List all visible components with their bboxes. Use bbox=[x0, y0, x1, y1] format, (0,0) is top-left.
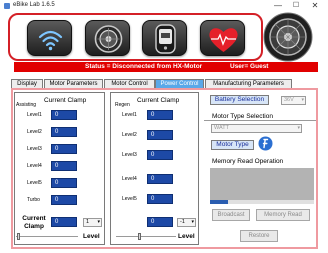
chevron-down-icon: ▾ bbox=[297, 125, 300, 131]
memory-read-button[interactable]: Memory Read bbox=[256, 209, 310, 221]
assisting-level5-label: Level5 bbox=[27, 180, 42, 186]
assisting-level1-label: Level1 bbox=[27, 112, 42, 118]
assisting-turbo-label: Turbo bbox=[27, 197, 40, 203]
regen-level2-input[interactable]: 0 bbox=[147, 130, 173, 140]
broadcast-button[interactable]: Broadcast bbox=[212, 209, 250, 221]
regen-level3-input[interactable]: 0 bbox=[147, 150, 173, 160]
motor-wheel-icon bbox=[262, 11, 314, 63]
regen-level-select[interactable]: -1 ▾ bbox=[177, 218, 196, 227]
assisting-level4-label: Level4 bbox=[27, 163, 42, 169]
assisting-level3-label: Level3 bbox=[27, 146, 42, 152]
assisting-level5-input[interactable]: 0 bbox=[51, 178, 77, 188]
regen-heading: Current Clamp bbox=[137, 97, 180, 104]
regen-level4-input[interactable]: 0 bbox=[147, 174, 173, 184]
regen-current-clamp-input[interactable]: 0 bbox=[147, 217, 173, 227]
assisting-level2-label: Level2 bbox=[27, 129, 42, 135]
regen-level4-label: Level4 bbox=[122, 176, 137, 182]
regen-level1-input[interactable]: 0 bbox=[147, 110, 173, 120]
chevron-down-icon: ▾ bbox=[97, 219, 100, 225]
motor-type-button[interactable]: Motor Type bbox=[211, 140, 254, 150]
regen-level2-label: Level2 bbox=[122, 132, 137, 138]
regen-level3-label: Level3 bbox=[122, 152, 137, 158]
memory-read-operation-label: Memory Read Operation bbox=[212, 158, 284, 165]
display-icon[interactable] bbox=[142, 20, 187, 56]
chevron-down-icon: ▾ bbox=[191, 219, 194, 225]
battery-voltage-select[interactable]: 36V ▾ bbox=[281, 96, 306, 105]
user-status: User= Guest bbox=[230, 63, 269, 70]
chevron-down-icon: ▾ bbox=[301, 97, 304, 103]
memory-read-progress-fill bbox=[210, 200, 228, 204]
assisting-turbo-input[interactable]: 0 bbox=[51, 195, 77, 205]
regen-level5-input[interactable]: 0 bbox=[147, 194, 173, 204]
assisting-label: Assisting bbox=[16, 102, 37, 108]
assisting-level-slider-track[interactable] bbox=[16, 236, 78, 237]
regen-level1-label: Level1 bbox=[122, 112, 137, 118]
tab-power-control[interactable]: Power Control bbox=[155, 79, 204, 88]
assisting-level-select[interactable]: 1 ▾ bbox=[83, 218, 102, 227]
motor-type-selection-label: Motor Type Selection bbox=[212, 113, 273, 120]
regen-label: Regen bbox=[115, 102, 130, 108]
restore-button[interactable]: Restore bbox=[240, 230, 278, 242]
assisting-current-clamp-label: Current Clamp bbox=[22, 215, 46, 230]
icon-toolbar bbox=[8, 13, 263, 61]
tab-motor-control[interactable]: Motor Control bbox=[104, 79, 155, 88]
window-title: eBike Lab 1.6.5 bbox=[13, 2, 55, 8]
memory-read-progress bbox=[210, 200, 314, 204]
heart-rate-icon[interactable] bbox=[200, 20, 245, 56]
tab-motor-parameters[interactable]: Motor Parameters bbox=[44, 79, 103, 88]
motor-type-icon[interactable] bbox=[258, 136, 273, 151]
wifi-icon[interactable] bbox=[27, 20, 72, 56]
assisting-current-clamp-input[interactable]: 0 bbox=[51, 217, 77, 227]
motor-type-select[interactable]: WATT ▾ bbox=[211, 124, 302, 133]
regen-level5-label: Level5 bbox=[122, 196, 137, 202]
tab-manufacturing-parameters[interactable]: Manufacturing Parameters bbox=[205, 79, 292, 88]
app-icon bbox=[4, 3, 10, 9]
status-bar: Status = Disconnected from HX-Motor User… bbox=[14, 62, 318, 72]
regen-level-slider-thumb[interactable] bbox=[138, 233, 141, 240]
memory-read-output bbox=[210, 168, 314, 200]
battery-selection-button[interactable]: Battery Selection bbox=[210, 95, 269, 105]
assisting-heading: Current Clamp bbox=[44, 97, 87, 104]
assisting-level-label: Level bbox=[83, 233, 100, 240]
assisting-level-slider-thumb[interactable] bbox=[17, 233, 20, 240]
regen-level-label: Level bbox=[178, 233, 195, 240]
motor-icon[interactable] bbox=[85, 20, 130, 56]
regen-level-slider-track[interactable] bbox=[116, 236, 176, 237]
connection-status: Status = Disconnected from HX-Motor bbox=[85, 63, 203, 70]
assisting-level1-input[interactable]: 0 bbox=[51, 110, 77, 120]
assisting-level4-input[interactable]: 0 bbox=[51, 161, 77, 171]
assisting-level2-input[interactable]: 0 bbox=[51, 127, 77, 137]
section-divider bbox=[204, 120, 316, 121]
tab-display[interactable]: Display bbox=[11, 79, 43, 88]
assisting-level3-input[interactable]: 0 bbox=[51, 144, 77, 154]
